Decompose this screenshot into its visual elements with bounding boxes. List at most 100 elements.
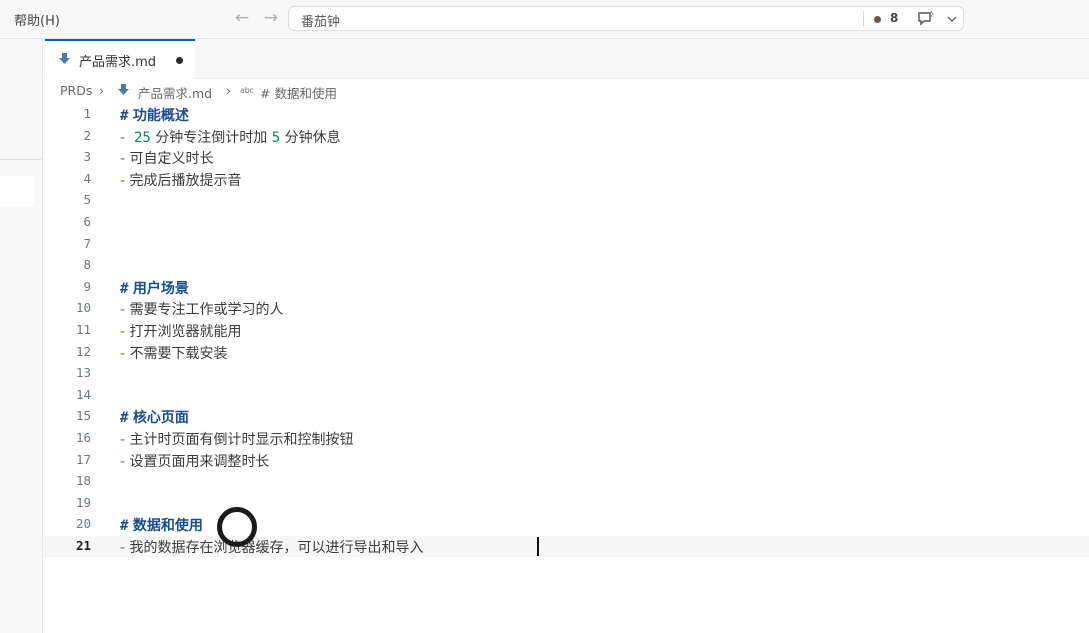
line-number: 4 — [83, 170, 91, 186]
click-indicator — [217, 507, 257, 547]
breadcrumb-folder[interactable]: PRDs — [60, 83, 92, 98]
code-line[interactable]: 7 — [43, 234, 1089, 255]
line-number: 7 — [83, 235, 91, 251]
chat-icon[interactable] — [916, 9, 936, 29]
tab-label: 产品需求.md — [79, 55, 157, 70]
heading-marker: # — [120, 518, 129, 535]
problems-count[interactable]: 8 — [890, 11, 898, 25]
line-number: 17 — [75, 451, 91, 467]
code-line[interactable]: 12 - 不需要下载安装 — [43, 342, 1089, 363]
line-number: 19 — [75, 494, 91, 510]
heading-text: 功能概述 — [132, 108, 189, 124]
code-line[interactable]: 3 - 可自定义时长 — [43, 147, 1089, 168]
line-number: 14 — [75, 386, 91, 402]
code-line[interactable]: 16 - 主计时页面有倒计时显示和控制按钮 — [43, 428, 1089, 449]
markdown-file-icon — [59, 53, 70, 64]
line-number: 21 — [75, 538, 91, 553]
line-content: # 核心页面 — [120, 407, 189, 427]
list-text: 可自定义时长 — [129, 151, 214, 168]
line-number: 2 — [83, 127, 91, 143]
side-panel-divider — [0, 159, 42, 160]
breadcrumb-file[interactable]: 产品需求.md — [138, 83, 212, 102]
line-number: 11 — [75, 322, 91, 337]
command-center-divider — [863, 11, 864, 27]
string-symbol-icon: abc — [240, 86, 254, 95]
editor-area: 产品需求.md PRDs › 产品需求.md › abc # 数据和使用 1 # … — [42, 39, 1089, 633]
list-marker: - — [120, 453, 126, 470]
line-number: 8 — [83, 257, 91, 273]
line-content: # 用户场景 — [120, 278, 189, 298]
heading-marker: # — [120, 280, 129, 297]
code-line[interactable]: 20 # 数据和使用 — [43, 514, 1089, 535]
code-line[interactable]: 19 — [43, 493, 1089, 514]
list-text: 需要专注工作或学习的人 — [129, 302, 284, 319]
list-marker: - — [120, 172, 126, 189]
heading-marker: # — [120, 410, 129, 427]
line-content: - 主计时页面有倒计时显示和控制按钮 — [120, 429, 354, 449]
tab-bar: 产品需求.md — [43, 39, 1089, 79]
line-number: 10 — [75, 300, 91, 316]
breadcrumb-chevron-icon: › — [99, 83, 104, 98]
code-line[interactable]: 2 - 25 分钟专注倒计时加 5 分钟休息 — [43, 126, 1089, 147]
line-content: - 可自定义时长 — [120, 148, 214, 168]
tab-product-requirements[interactable]: 产品需求.md — [45, 39, 195, 79]
number-token: 5 — [271, 129, 281, 146]
list-marker: - — [120, 345, 126, 362]
code-line[interactable]: 10 - 需要专注工作或学习的人 — [43, 298, 1089, 319]
title-bar: 帮助(H) ← → 番茄钟 8 — [0, 0, 1089, 39]
unsaved-dot-icon[interactable] — [176, 57, 183, 64]
code-line[interactable]: 15 # 核心页面 — [43, 406, 1089, 427]
code-line[interactable]: 1 # 功能概述 — [43, 104, 1089, 125]
code-line[interactable]: 14 — [43, 385, 1089, 406]
back-arrow-icon[interactable]: ← — [230, 7, 254, 31]
line-number: 15 — [75, 408, 91, 424]
list-text: 设置页面用来调整时长 — [129, 453, 270, 470]
command-center-search[interactable]: 番茄钟 8 — [288, 6, 964, 31]
heading-marker: # — [120, 108, 129, 124]
chevron-down-icon[interactable] — [945, 12, 959, 26]
list-marker: - — [120, 151, 126, 168]
code-line[interactable]: 13 — [43, 363, 1089, 384]
text-token: 分钟专注倒计时加 — [150, 129, 272, 146]
code-line[interactable]: 8 — [43, 255, 1089, 276]
line-content: - 我的数据存在浏览器缓存，可以进行导出和导入 — [120, 537, 424, 557]
list-marker: - — [120, 540, 126, 556]
code-line[interactable]: 6 — [43, 212, 1089, 233]
line-number: 9 — [83, 278, 91, 294]
list-text: 打开浏览器就能用 — [129, 324, 242, 340]
code-line[interactable]: 17 - 设置页面用来调整时长 — [43, 450, 1089, 471]
line-content: - 打开浏览器就能用 — [120, 321, 242, 341]
list-text: 主计时页面有倒计时显示和控制按钮 — [129, 432, 354, 448]
list-marker: - — [120, 432, 126, 448]
forward-arrow-icon[interactable]: → — [259, 7, 283, 31]
code-line[interactable]: 11 - 打开浏览器就能用 — [43, 320, 1089, 341]
line-content: - 设置页面用来调整时长 — [120, 451, 270, 471]
line-number: 20 — [75, 516, 91, 532]
side-panel-edge — [0, 39, 42, 633]
breadcrumb-heading[interactable]: # 数据和使用 — [260, 83, 337, 102]
breadcrumb: PRDs › 产品需求.md › abc # 数据和使用 — [43, 79, 1089, 103]
menu-help[interactable]: 帮助(H) — [14, 10, 60, 29]
number-token: 25 — [133, 129, 151, 146]
side-panel-selected-item[interactable] — [0, 176, 34, 206]
heading-text: 用户场景 — [132, 280, 189, 297]
code-line[interactable]: 18 — [43, 471, 1089, 492]
line-number: 16 — [75, 430, 91, 445]
line-number: 5 — [83, 192, 91, 208]
list-marker: - — [120, 324, 126, 340]
text-cursor — [537, 537, 539, 556]
list-marker: - — [120, 129, 126, 146]
problems-dot-icon[interactable] — [874, 16, 881, 23]
command-center-text: 番茄钟 — [301, 15, 341, 30]
list-text: 不需要下载安装 — [129, 345, 228, 362]
line-content: - 需要专注工作或学习的人 — [120, 299, 284, 319]
code-line[interactable]: 5 — [43, 190, 1089, 211]
text-token: 分钟休息 — [280, 129, 341, 146]
breadcrumb-chevron-icon: › — [226, 83, 231, 98]
code-line[interactable]: 4 - 完成后播放提示音 — [43, 169, 1089, 190]
code-line[interactable]: 9 # 用户场景 — [43, 277, 1089, 298]
code-line[interactable]: 21 - 我的数据存在浏览器缓存，可以进行导出和导入 — [43, 536, 1089, 557]
line-number: 1 — [83, 106, 91, 121]
line-content: - 不需要下载安装 — [120, 343, 228, 363]
line-number: 6 — [83, 214, 91, 229]
